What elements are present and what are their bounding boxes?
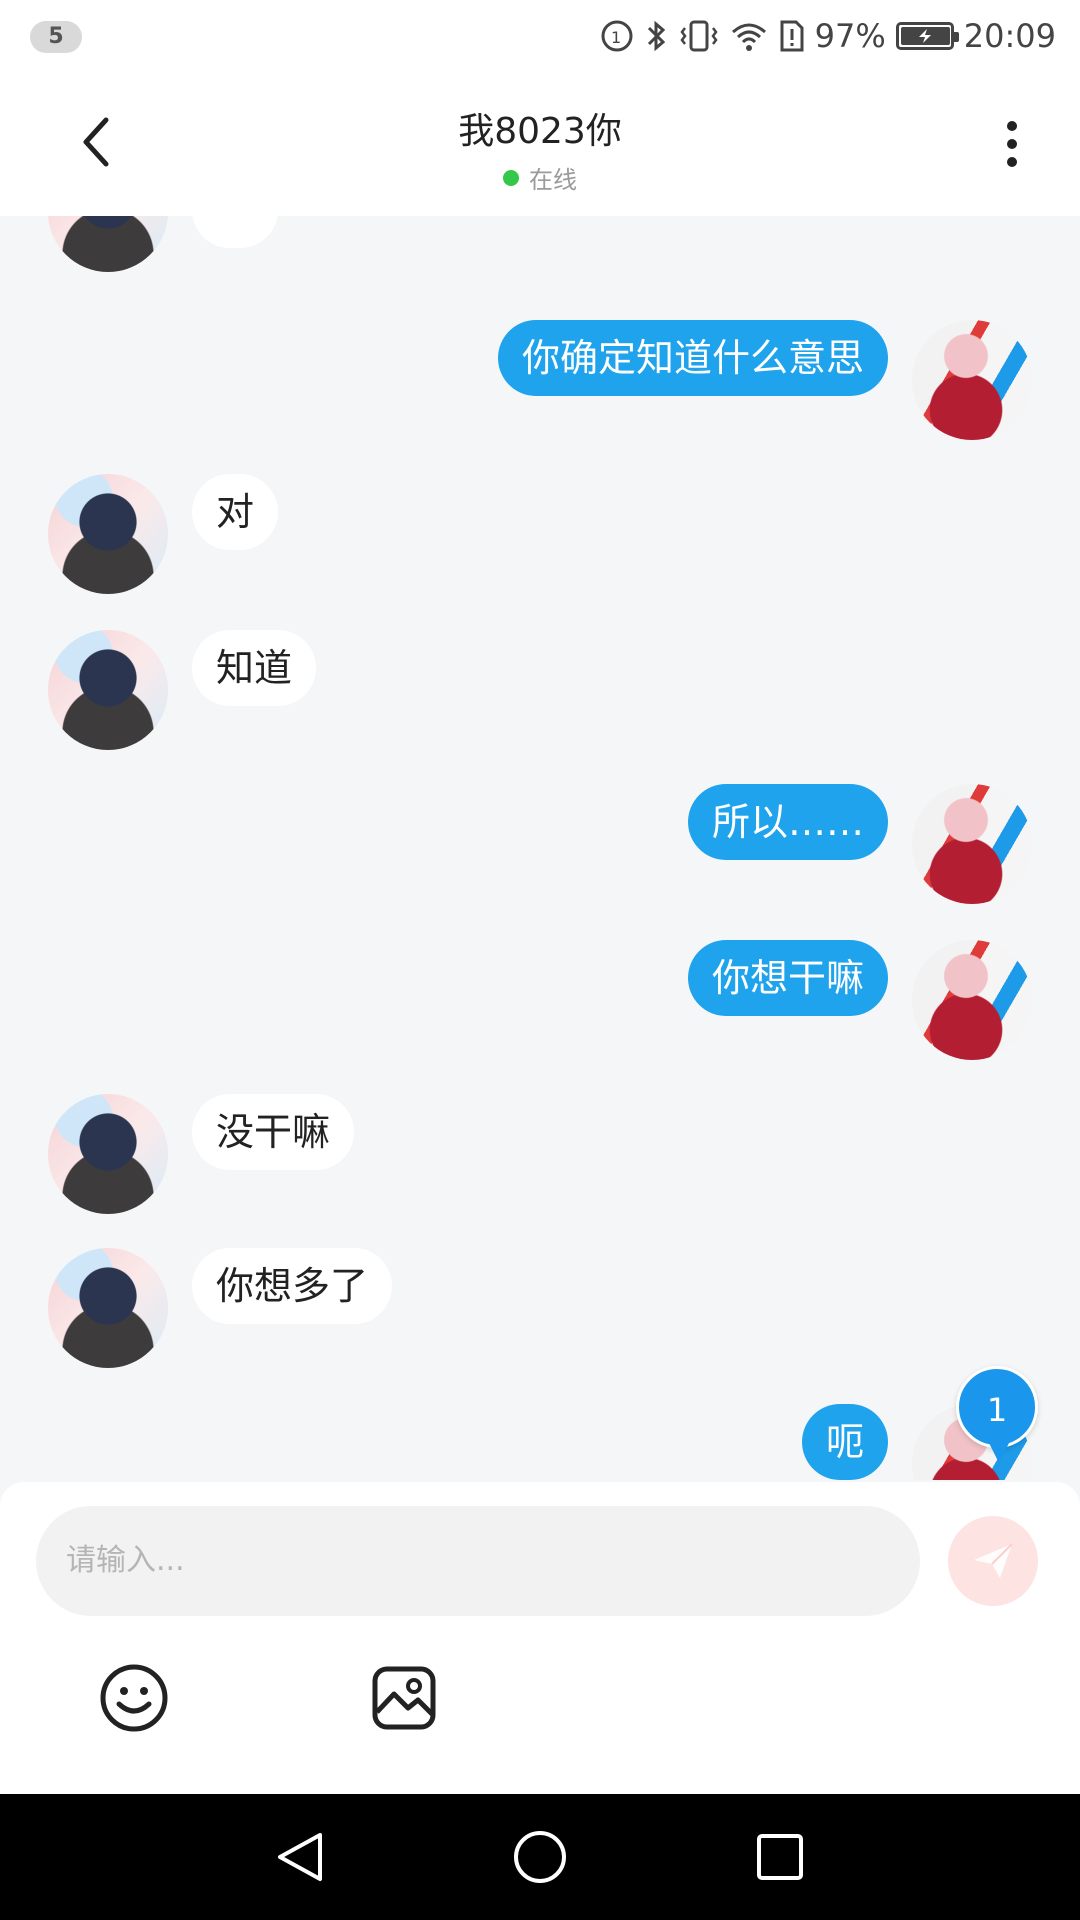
image-button[interactable] [368,1662,440,1734]
title-block: 我8023你 在线 [0,102,1080,195]
chat-header: 我8023你 在线 [0,72,1080,216]
message-bubble[interactable]: 对 [192,474,279,550]
nav-back-icon [278,1833,322,1881]
message-bubble[interactable]: 你想多了 [192,1248,393,1324]
contact-avatar[interactable] [48,1094,168,1214]
message-bubble[interactable]: 知道 [192,630,317,706]
bluetooth-icon [645,16,669,56]
message-bubble[interactable]: 所以…… [687,784,888,860]
my-avatar[interactable] [912,940,1032,1060]
more-dot-icon [1007,157,1017,167]
message-input[interactable]: 请输入... [36,1506,920,1616]
message-list[interactable]: 你确定知道什么意思 对 知道 所以…… 你想干嘛 没干嘛 你想多了 呃 [0,216,1080,1480]
emoji-button[interactable] [98,1662,170,1734]
emoji-icon [100,1664,168,1732]
message-bubble-partial [192,216,278,248]
nav-home-icon [514,1831,566,1883]
contact-avatar[interactable] [48,216,168,272]
more-options-button[interactable] [988,112,1036,176]
nav-recents-icon [757,1834,803,1880]
more-dot-icon [1007,121,1017,131]
online-dot-icon [503,169,519,186]
message-bubble[interactable]: 你确定知道什么意思 [497,320,888,396]
system-nav-bar [0,1794,1080,1920]
contact-avatar[interactable] [48,1248,168,1368]
battery-percent: 97% [814,17,886,55]
my-avatar[interactable] [912,320,1032,440]
composer: 请输入... [0,1482,1080,1794]
clock: 20:09 [963,17,1056,55]
nav-back-button[interactable] [270,1827,330,1887]
status-bar: 5 1 97% 20:09 [0,0,1080,72]
online-status-label: 在线 [529,166,577,194]
sim-alert-icon [779,16,805,56]
contact-avatar[interactable] [48,630,168,750]
message-bubble[interactable]: 没干嘛 [192,1094,355,1170]
svg-text:1: 1 [611,28,621,47]
battery-charging-icon [895,22,959,50]
more-dot-icon [1007,139,1017,149]
nav-recents-button[interactable] [750,1827,810,1887]
message-bubble[interactable]: 你想干嘛 [687,940,888,1016]
vibrate-icon [679,16,719,56]
contact-avatar[interactable] [48,474,168,594]
message-bubble[interactable]: 呃 [801,1404,888,1480]
image-icon [372,1666,436,1730]
nav-home-button[interactable] [510,1827,570,1887]
wifi-icon [729,16,769,56]
unread-count-badge[interactable]: 1 [956,1366,1038,1463]
page-title: 我8023你 [458,111,622,152]
my-avatar[interactable] [912,784,1032,904]
send-icon [974,1543,1013,1578]
notification-count-badge: 5 [30,21,82,53]
send-button[interactable] [948,1516,1038,1606]
data-saver-icon: 1 [599,16,635,56]
online-status: 在线 [0,160,1080,195]
status-icons: 1 97% 20:09 [599,14,1056,58]
